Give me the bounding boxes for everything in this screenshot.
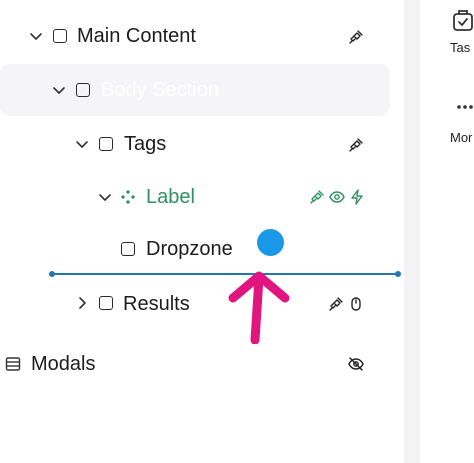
- unlink-icon[interactable]: [348, 137, 364, 153]
- bolt-icon[interactable]: [349, 189, 365, 205]
- unlink-icon[interactable]: [309, 189, 325, 205]
- chevron-down-icon[interactable]: [28, 28, 44, 44]
- panel-divider[interactable]: [404, 0, 420, 463]
- tree-row-label: Dropzone: [146, 238, 233, 260]
- tree-row-label: Body Section: [101, 79, 219, 101]
- tree-row-label: Modals: [31, 353, 96, 375]
- chevron-right-icon[interactable]: [74, 295, 90, 311]
- chevron-down-icon[interactable]: [74, 136, 90, 152]
- tree-row-results[interactable]: Results: [0, 278, 404, 330]
- task-icon[interactable]: [452, 8, 474, 32]
- element-icon: [99, 296, 113, 310]
- annotation-arrow-icon: [228, 271, 290, 344]
- eye-off-icon[interactable]: [348, 356, 364, 372]
- eye-icon[interactable]: [329, 189, 345, 205]
- chevron-down-icon[interactable]: [51, 82, 67, 98]
- tree-row-tags[interactable]: Tags: [0, 118, 404, 170]
- mouse-icon[interactable]: [348, 296, 364, 312]
- toolbar-item-label[interactable]: Mor: [450, 130, 472, 145]
- layers-tree: Main Content Body Section Tags Label Dro…: [0, 0, 404, 463]
- tree-row-modals[interactable]: Modals: [0, 338, 404, 390]
- more-icon[interactable]: [456, 104, 474, 110]
- element-icon: [121, 242, 135, 256]
- element-icon: [99, 137, 113, 151]
- tree-row-main-content[interactable]: Main Content: [0, 10, 404, 62]
- tree-row-label: Main Content: [77, 25, 196, 47]
- element-icon: [53, 29, 67, 43]
- toolbar-item-label[interactable]: Tas: [450, 40, 470, 55]
- tree-row-label: Label: [146, 186, 195, 208]
- right-toolbar: Tas Mor: [420, 0, 474, 463]
- drop-indicator-line: [49, 271, 401, 277]
- tree-row-dropzone[interactable]: Dropzone: [0, 223, 404, 275]
- unlink-icon[interactable]: [348, 29, 364, 45]
- tree-row-label: Tags: [124, 133, 167, 155]
- unlink-icon[interactable]: [328, 296, 344, 312]
- element-icon: [76, 83, 90, 97]
- tree-row-label: Results: [123, 293, 190, 315]
- modal-icon: [5, 357, 21, 371]
- component-icon: [120, 189, 136, 205]
- chevron-down-icon[interactable]: [97, 189, 113, 205]
- tree-row-label-component[interactable]: Label: [0, 170, 404, 222]
- tree-row-body-section[interactable]: Body Section: [0, 64, 404, 116]
- drag-cursor-dot: [257, 229, 284, 256]
